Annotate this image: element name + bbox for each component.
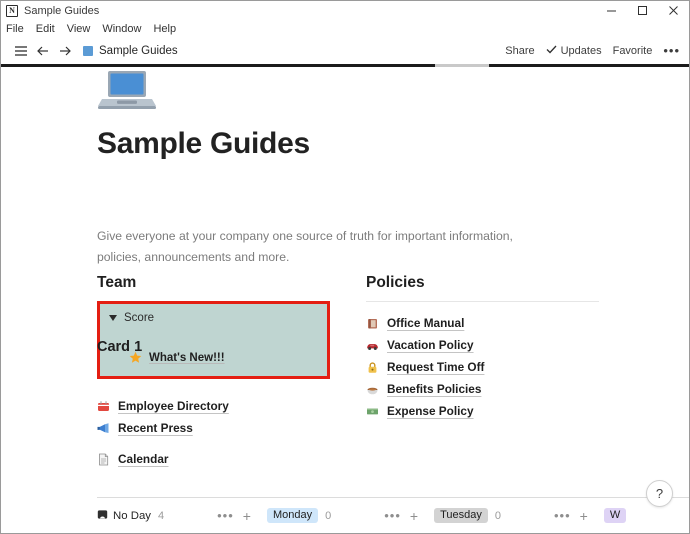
team-heading: Team [97, 274, 137, 291]
link-label: Vacation Policy [387, 338, 474, 352]
board-more-icon[interactable]: ••• [217, 509, 234, 522]
link-vacation-policy[interactable]: Vacation Policy [366, 334, 599, 356]
board-column-monday[interactable]: Monday 0 ••• + [266, 498, 434, 533]
menu-bar: File Edit View Window Help [1, 20, 689, 38]
board-column-next[interactable]: W [603, 498, 627, 533]
hamburger-icon[interactable] [10, 40, 32, 62]
updates-button[interactable]: Updates [546, 45, 602, 57]
team-column: Team Score What's New!!! Employee Direct… [97, 274, 330, 470]
whats-new-label: What's New!!! [149, 351, 225, 364]
board-column-actions: ••• + [554, 509, 588, 523]
board-add-icon[interactable]: + [580, 509, 588, 523]
lock-emoji [366, 361, 379, 374]
link-benefits-policies[interactable]: Benefits Policies [366, 378, 599, 400]
link-label: Calendar [118, 452, 169, 466]
board-column-count: 0 [494, 509, 501, 522]
title-bar: N Sample Guides [1, 1, 689, 20]
board-columns: No Day 4 ••• + Monday 0 ••• + Tuesday 0 [97, 498, 689, 533]
board-more-icon[interactable]: ••• [554, 509, 571, 522]
maximize-icon[interactable] [627, 1, 658, 20]
link-employee-directory[interactable]: Employee Directory [97, 395, 330, 417]
policies-heading: Policies [366, 274, 425, 291]
breadcrumb[interactable]: Sample Guides [99, 45, 178, 57]
page-content: Sample Guides Give everyone at your comp… [1, 67, 689, 511]
board-column-name: Monday [266, 508, 319, 523]
link-label: Expense Policy [387, 404, 474, 418]
book-emoji [366, 317, 379, 330]
board-column-count: 0 [325, 509, 332, 522]
page-thumbnail-icon [83, 46, 93, 56]
menu-window[interactable]: Window [102, 23, 148, 35]
page-title: Sample Guides [97, 127, 310, 160]
board-column-no-day[interactable]: No Day 4 ••• + [97, 498, 267, 533]
board-column-actions: ••• + [217, 509, 251, 523]
menu-edit[interactable]: Edit [36, 23, 62, 35]
close-icon[interactable] [658, 1, 689, 20]
money-emoji [366, 405, 379, 418]
board-bar: No Day 4 ••• + Monday 0 ••• + Tuesday 0 [1, 497, 689, 533]
menu-help[interactable]: Help [153, 23, 183, 35]
page-emoji [97, 453, 110, 466]
link-office-manual[interactable]: Office Manual [366, 312, 599, 334]
share-button[interactable]: Share [505, 45, 534, 57]
score-toggle-label: Score [124, 312, 155, 324]
help-button[interactable]: ? [646, 480, 673, 507]
app-toolbar: Sample Guides Share Updates Favorite ••• [1, 38, 689, 64]
board-column-count: 4 [157, 509, 165, 522]
link-label: Employee Directory [118, 399, 229, 413]
policies-links: Office Manual Vacation Policy Request Ti… [366, 312, 599, 422]
card-index-emoji [97, 400, 110, 413]
whats-new-link[interactable]: What's New!!! [129, 351, 317, 364]
more-options-icon[interactable]: ••• [663, 44, 680, 57]
policies-column: Policies Office Manual Vacation Policy R… [366, 274, 599, 470]
board-column-tuesday[interactable]: Tuesday 0 ••• + [434, 498, 604, 533]
check-icon [546, 45, 557, 57]
no-day-icon [97, 509, 108, 523]
link-label: Request Time Off [387, 360, 485, 374]
triangle-down-icon[interactable] [109, 315, 117, 321]
board-add-icon[interactable]: + [410, 509, 418, 523]
board-column-name: No Day [113, 509, 151, 522]
window-title: Sample Guides [24, 4, 100, 17]
menu-file[interactable]: File [6, 23, 31, 35]
app-window: N Sample Guides File Edit View Window He… [0, 0, 690, 534]
policies-divider [366, 301, 599, 302]
page-columns: Team Score What's New!!! Employee Direct… [97, 274, 599, 470]
arrow-left-icon[interactable] [32, 40, 54, 62]
board-column-actions: ••• + [384, 509, 418, 523]
car-emoji [366, 339, 379, 352]
stew-emoji [366, 383, 379, 396]
megaphone-emoji [97, 422, 110, 435]
score-toggle-row[interactable]: Score [105, 312, 317, 324]
link-request-time-off[interactable]: Request Time Off [366, 356, 599, 378]
notion-icon: N [6, 4, 18, 17]
team-links: Employee Directory Recent Press Calendar [97, 395, 330, 470]
board-column-name: Tuesday [434, 508, 488, 523]
link-label: Benefits Policies [387, 382, 482, 396]
favorite-button[interactable]: Favorite [613, 45, 653, 57]
link-recent-press[interactable]: Recent Press [97, 417, 330, 439]
board-column-label: No Day [97, 509, 151, 523]
board-more-icon[interactable]: ••• [384, 509, 401, 522]
window-controls [596, 1, 689, 20]
card-section-heading: Card 1 [97, 339, 143, 355]
menu-view[interactable]: View [67, 23, 98, 35]
arrow-right-icon[interactable] [54, 40, 76, 62]
link-label: Office Manual [387, 316, 465, 330]
board-column-name: W [603, 508, 627, 523]
link-expense-policy[interactable]: Expense Policy [366, 400, 599, 422]
updates-label: Updates [560, 45, 602, 57]
laptop-emoji[interactable] [97, 69, 157, 117]
minimize-icon[interactable] [596, 1, 627, 20]
page-description: Give everyone at your company one source… [97, 229, 513, 264]
link-calendar[interactable]: Calendar [97, 448, 330, 470]
board-add-icon[interactable]: + [243, 509, 251, 523]
link-label: Recent Press [118, 421, 193, 435]
